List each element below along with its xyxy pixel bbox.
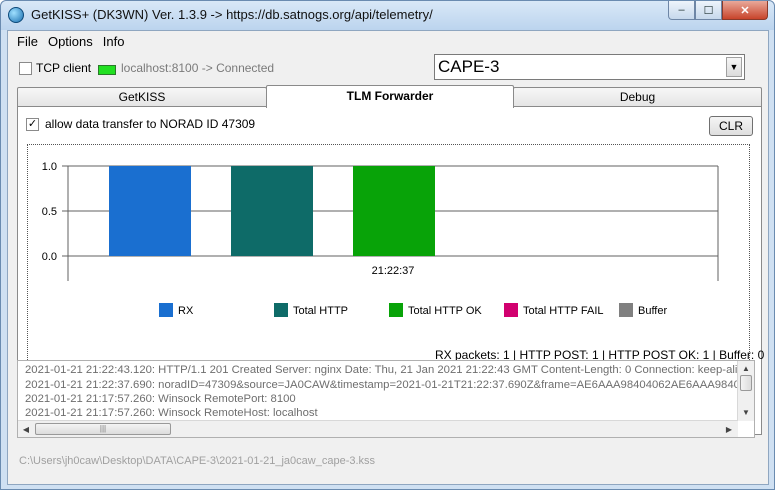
tab-tlm-forwarder[interactable]: TLM Forwarder (266, 85, 514, 108)
checkmark-icon: ✓ (27, 118, 38, 130)
app-window: GetKISS+ (DK3WN) Ver. 1.3.9 -> https://d… (0, 0, 775, 490)
bar-total-http-ok (353, 166, 435, 256)
log-list[interactable]: 2021-01-21 21:22:43.120: HTTP/1.1 201 Cr… (17, 360, 755, 438)
allow-transfer-label: allow data transfer to NORAD ID 47309 (45, 117, 256, 131)
allow-transfer-checkbox[interactable]: ✓ (26, 118, 39, 131)
satellite-select[interactable]: CAPE-3 ▼ (434, 54, 745, 80)
menu-info[interactable]: Info (98, 32, 130, 51)
y-tick-label: 0.5 (42, 206, 57, 218)
log-line[interactable]: 2021-01-21 21:17:57.260: Winsock RemoteH… (25, 407, 739, 419)
menu-options[interactable]: Options (43, 32, 98, 51)
connection-status-text: localhost:8100 -> Connected (121, 61, 275, 75)
legend-label: Buffer (638, 305, 667, 317)
legend-swatch (159, 303, 173, 317)
satellite-select-value: CAPE-3 (438, 57, 500, 76)
bar-rx (109, 166, 191, 256)
legend-swatch (274, 303, 288, 317)
log-line[interactable]: 2021-01-21 21:22:43.120: HTTP/1.1 201 Cr… (25, 364, 739, 376)
menu-bar: File Options Info (8, 31, 768, 51)
dropdown-arrow-icon[interactable]: ▼ (726, 57, 742, 77)
legend-label: Total HTTP OK (408, 305, 482, 317)
legend-label: Total HTTP (293, 305, 348, 317)
y-tick-label: 0.0 (42, 251, 57, 263)
bar-total-http (231, 166, 313, 256)
scroll-up-icon[interactable]: ▲ (739, 361, 753, 375)
minimize-button[interactable]: – (668, 1, 695, 20)
y-tick-label: 1.0 (42, 161, 57, 173)
stats-chart: 1.0 0.5 0.0 21:22:37 RX Total HTTP Total HTTP … (42, 161, 719, 317)
maximize-button[interactable]: ☐ (695, 1, 722, 20)
file-path-status: C:\Users\jh0caw\Desktop\DATA\CAPE-3\2021… (19, 455, 376, 467)
x-category-label: 21:22:37 (372, 265, 415, 277)
legend-swatch (619, 303, 633, 317)
legend-swatch (504, 303, 518, 317)
legend-label: Total HTTP FAIL (523, 305, 604, 317)
satellite-app-icon (8, 7, 24, 23)
chart-frame: 1.0 0.5 0.0 21:22:37 RX Total HTTP Total HTTP … (27, 144, 750, 362)
log-vertical-scrollbar[interactable]: ▲ ▼ (737, 361, 754, 421)
window-title: GetKISS+ (DK3WN) Ver. 1.3.9 -> https://d… (31, 7, 433, 22)
tab-getkiss[interactable]: GetKISS (17, 87, 267, 107)
scroll-right-icon[interactable]: ▶ (722, 422, 736, 436)
window-controls: – ☐ ✕ (668, 1, 768, 21)
legend-label: RX (178, 305, 194, 317)
log-horizontal-scrollbar[interactable]: ◀ ||| ▶ (18, 420, 738, 437)
clear-button[interactable]: CLR (709, 116, 753, 136)
vertical-scroll-thumb[interactable] (740, 375, 752, 391)
title-bar[interactable]: GetKISS+ (DK3WN) Ver. 1.3.9 -> https://d… (1, 1, 774, 30)
scroll-down-icon[interactable]: ▼ (739, 405, 753, 419)
menu-file[interactable]: File (12, 32, 43, 51)
tcp-client-label: TCP client (36, 61, 92, 75)
log-line[interactable]: 2021-01-21 21:22:37.690: noradID=47309&s… (25, 379, 739, 391)
horizontal-scroll-thumb[interactable]: ||| (35, 423, 171, 435)
tab-debug[interactable]: Debug (513, 87, 762, 107)
close-button[interactable]: ✕ (722, 1, 768, 20)
legend-swatch (389, 303, 403, 317)
connection-status-indicator (98, 65, 116, 75)
log-line[interactable]: 2021-01-21 21:17:57.260: Winsock RemoteP… (25, 393, 739, 405)
client-area: File Options Info TCP client localhost:8… (7, 30, 769, 485)
scroll-left-icon[interactable]: ◀ (19, 422, 33, 436)
tab-strip: GetKISS TLM Forwarder Debug (17, 85, 762, 108)
tcp-client-checkbox[interactable] (19, 62, 32, 75)
